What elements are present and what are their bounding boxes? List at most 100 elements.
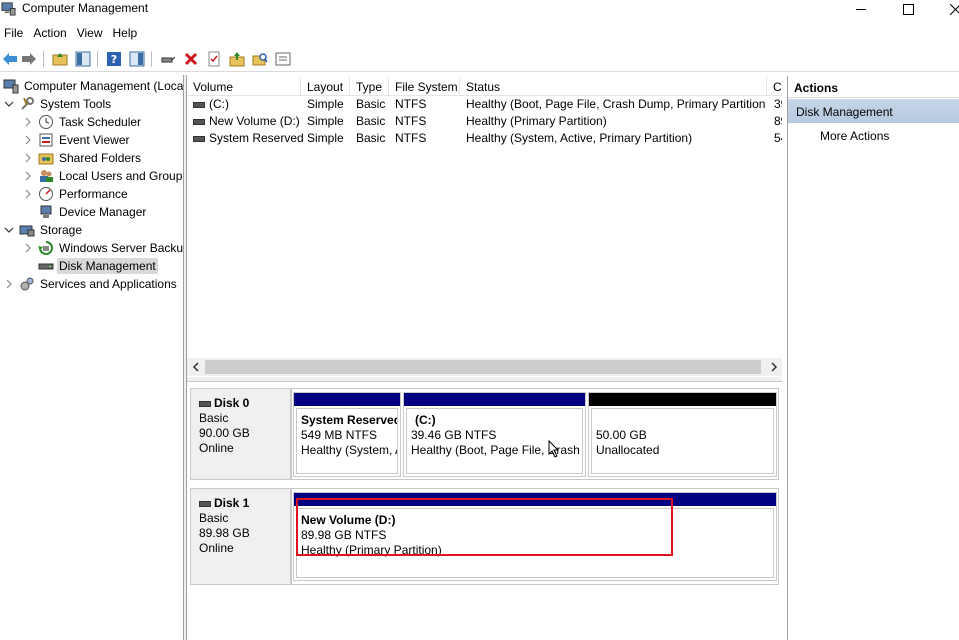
column-layout[interactable]: Layout bbox=[301, 77, 350, 96]
table-row[interactable]: System Reserved Simple Basic NTFS Healthy (S… bbox=[187, 130, 782, 147]
help-button[interactable]: ? bbox=[104, 49, 124, 69]
title-bar: Computer Management bbox=[0, 0, 959, 20]
column-volume[interactable]: Volume bbox=[187, 77, 301, 96]
disk-1-label[interactable]: Disk 1 Basic 89.98 GB Online bbox=[190, 488, 291, 585]
partition-size: 50.00 GB bbox=[596, 428, 647, 442]
chevron-right-icon[interactable] bbox=[22, 134, 34, 146]
disk-icon bbox=[199, 400, 211, 407]
tree-item-shared-folders[interactable]: Shared Folders bbox=[22, 149, 143, 167]
disk-icon bbox=[38, 258, 54, 274]
actions-section-disk-management[interactable]: Disk Management bbox=[788, 99, 959, 123]
toolbar: ? bbox=[0, 46, 959, 72]
column-capacity[interactable]: C bbox=[767, 77, 782, 96]
tree-item-windows-server-backup[interactable]: Windows Server Backup bbox=[22, 239, 183, 257]
cell-layout: Simple bbox=[307, 131, 344, 145]
tree-item-storage[interactable]: Storage bbox=[3, 221, 84, 239]
menu-help[interactable]: Help bbox=[109, 24, 144, 44]
connect-drive-button[interactable] bbox=[158, 49, 178, 69]
chevron-right-icon[interactable] bbox=[22, 152, 34, 164]
cell-cap: 54 bbox=[774, 131, 782, 145]
chevron-right-icon[interactable] bbox=[22, 242, 34, 254]
partition-c[interactable]: (C:) 39.46 GB NTFS Healthy (Boot, Page F… bbox=[403, 392, 586, 477]
cell-cap: 89 bbox=[774, 114, 782, 128]
cell-fs: NTFS bbox=[395, 114, 427, 128]
chevron-down-icon[interactable] bbox=[3, 98, 15, 110]
menu-view[interactable]: View bbox=[73, 24, 109, 44]
disk-size: 89.98 GB bbox=[199, 526, 250, 540]
tree-item-performance[interactable]: Performance bbox=[22, 185, 130, 203]
properties-button[interactable] bbox=[204, 49, 224, 69]
open-button[interactable] bbox=[227, 49, 247, 69]
shared-folder-icon bbox=[38, 150, 54, 166]
tree-item-task-scheduler[interactable]: Task Scheduler bbox=[22, 113, 143, 131]
storage-icon bbox=[19, 222, 35, 238]
more-actions-link[interactable]: More Actions bbox=[820, 129, 889, 143]
back-button[interactable] bbox=[0, 49, 20, 69]
export-list-button[interactable] bbox=[273, 49, 293, 69]
show-hide-console-tree-button[interactable] bbox=[73, 49, 93, 69]
volume-name: System Reserved bbox=[209, 131, 303, 145]
show-hide-action-pane-button[interactable] bbox=[127, 49, 147, 69]
column-file-system[interactable]: File System bbox=[389, 77, 460, 96]
partition-bar bbox=[294, 393, 400, 406]
horizontal-scrollbar[interactable] bbox=[187, 358, 782, 376]
back-arrow-icon bbox=[3, 53, 17, 65]
cell-layout: Simple bbox=[307, 97, 344, 111]
tree-item-system-tools[interactable]: System Tools bbox=[3, 95, 113, 113]
up-folder-button[interactable] bbox=[50, 49, 70, 69]
cell-type: Basic bbox=[356, 97, 386, 111]
chevron-right-icon[interactable] bbox=[22, 170, 34, 182]
disk-name: Disk 0 bbox=[214, 396, 250, 410]
scrollbar-thumb[interactable] bbox=[205, 360, 761, 374]
delete-button[interactable] bbox=[181, 49, 201, 69]
tree-item-label: Computer Management (Local bbox=[24, 79, 183, 93]
folder-arrow-icon bbox=[229, 52, 245, 67]
close-button[interactable] bbox=[932, 0, 959, 18]
console-tree: Computer Management (Local System Tools Ta… bbox=[0, 75, 183, 640]
volume-icon bbox=[193, 101, 205, 108]
forward-button[interactable] bbox=[19, 49, 39, 69]
search-button[interactable] bbox=[250, 49, 270, 69]
disk-0-label[interactable]: Disk 0 Basic 90.00 GB Online bbox=[190, 388, 291, 480]
chevron-right-icon[interactable] bbox=[22, 116, 34, 128]
scroll-left-arrow[interactable] bbox=[187, 358, 204, 376]
tree-item-services-and-applications[interactable]: Services and Applications bbox=[3, 275, 179, 293]
partition-unallocated[interactable]: 50.00 GB Unallocated bbox=[588, 392, 777, 477]
chevron-right-icon bbox=[770, 362, 777, 372]
computer-icon bbox=[3, 78, 19, 94]
menu-file[interactable]: File bbox=[0, 24, 29, 44]
tree-item-local-users-and-groups[interactable]: Local Users and Groups bbox=[22, 167, 183, 185]
column-status[interactable]: Status bbox=[460, 77, 767, 96]
chevron-right-icon[interactable] bbox=[22, 188, 34, 200]
minimize-button[interactable] bbox=[838, 0, 884, 18]
help-icon: ? bbox=[107, 52, 121, 66]
tree-item-label: Windows Server Backup bbox=[59, 241, 183, 255]
tree-item-device-manager[interactable]: Device Manager bbox=[22, 203, 148, 221]
tree-item-computer-management-local[interactable]: Computer Management (Local bbox=[1, 77, 183, 95]
chevron-right-icon[interactable] bbox=[3, 278, 15, 290]
chevron-down-icon[interactable] bbox=[3, 224, 15, 236]
mouse-cursor-icon bbox=[548, 440, 560, 458]
tree-item-label: System Tools bbox=[40, 97, 112, 111]
performance-icon bbox=[38, 186, 54, 202]
users-icon bbox=[38, 168, 54, 184]
tree-item-disk-management[interactable]: Disk Management bbox=[22, 257, 158, 275]
table-row[interactable]: New Volume (D:) Simple Basic NTFS Healthy (P… bbox=[187, 113, 782, 130]
device-manager-icon bbox=[38, 204, 54, 220]
disk-type: Basic bbox=[199, 511, 229, 525]
table-row[interactable]: (C:) Simple Basic NTFS Healthy (Boot, Page F… bbox=[187, 96, 782, 113]
column-type[interactable]: Type bbox=[350, 77, 389, 96]
maximize-button[interactable] bbox=[885, 0, 931, 18]
cell-status: Healthy (Primary Partition) bbox=[466, 114, 607, 128]
svg-text:?: ? bbox=[111, 53, 117, 66]
menu-action[interactable]: Action bbox=[29, 24, 72, 44]
tree-item-event-viewer[interactable]: Event Viewer bbox=[22, 131, 131, 149]
console-tree-icon bbox=[75, 51, 91, 67]
event-viewer-icon bbox=[38, 132, 54, 148]
partition-system-reserved[interactable]: System Reserved 549 MB NTFS Healthy (Sys… bbox=[293, 392, 401, 477]
disk-type: Basic bbox=[199, 411, 229, 425]
actions-pane: Actions Disk Management More Actions bbox=[787, 76, 959, 640]
cell-type: Basic bbox=[356, 114, 386, 128]
cell-status: Healthy (Boot, Page File, Crash Dump, Pr… bbox=[466, 97, 766, 111]
scroll-right-arrow[interactable] bbox=[765, 358, 782, 376]
